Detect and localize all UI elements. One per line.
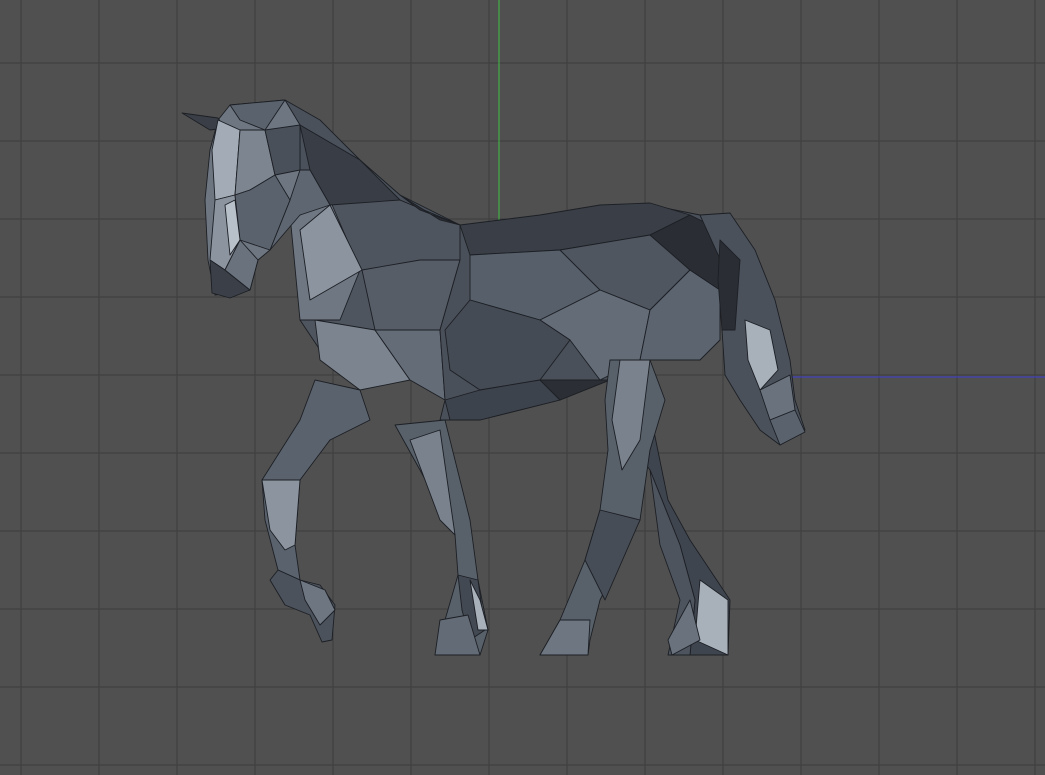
viewport-canvas[interactable]	[0, 0, 1045, 775]
horse-fore-leg-standing	[394, 419, 489, 656]
horse-body	[289, 199, 731, 421]
mesh-face	[539, 619, 591, 656]
mesh-face	[261, 479, 301, 551]
horse-head	[181, 99, 301, 299]
3d-viewport[interactable]	[0, 0, 1045, 775]
horse-mesh[interactable]	[181, 99, 806, 656]
horse-hind-leg-near	[539, 359, 666, 656]
horse-fore-leg-raised	[261, 379, 371, 643]
mesh-face	[539, 359, 666, 656]
